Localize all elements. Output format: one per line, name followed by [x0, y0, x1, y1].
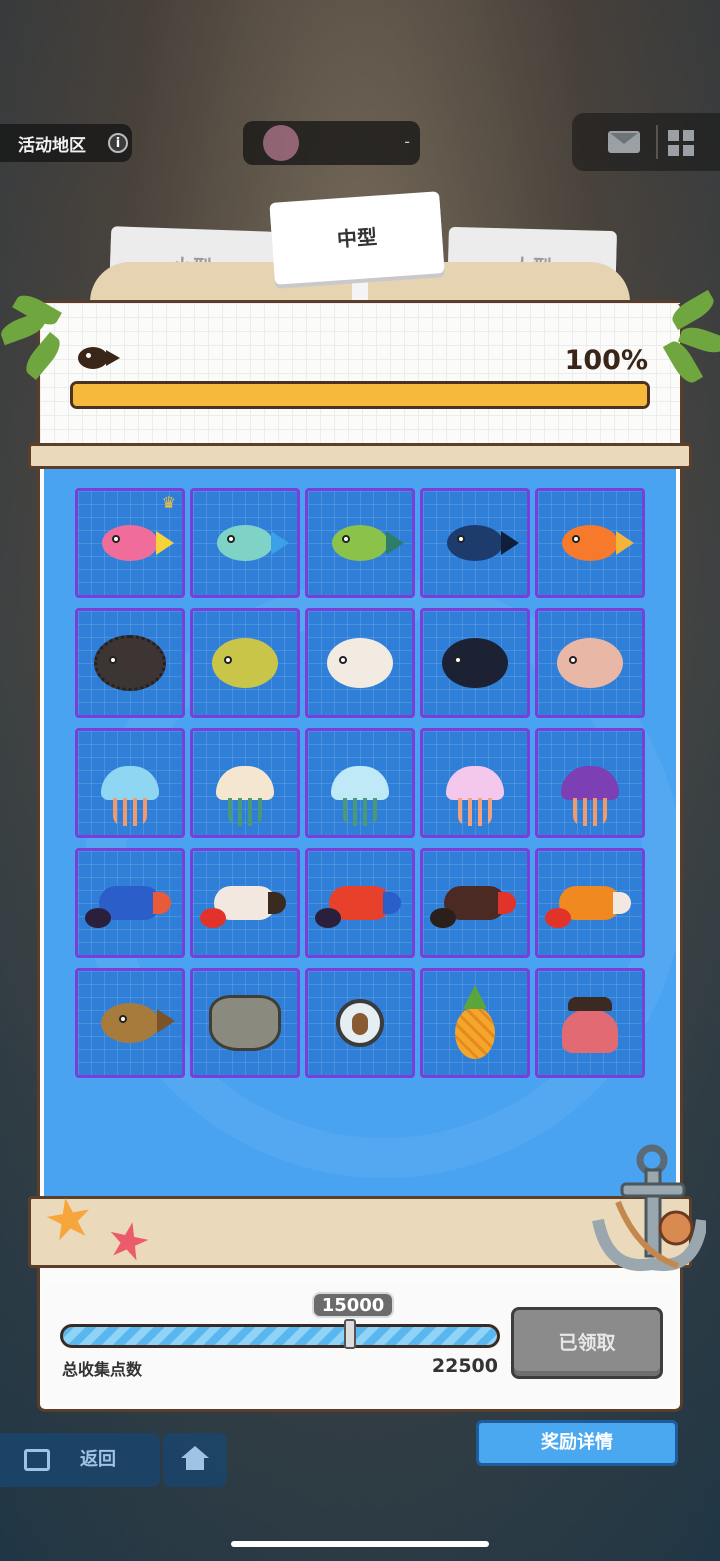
mail-icon[interactable] — [608, 131, 640, 153]
milestone-badge: 15000 — [312, 1292, 394, 1318]
creature-cell[interactable] — [420, 968, 530, 1078]
region-pill[interactable]: 活动地区 i — [0, 124, 132, 162]
back-label: 返回 — [80, 1449, 116, 1470]
white-spotted-puffer-icon — [327, 638, 393, 688]
creature-grid: ♛ — [75, 488, 647, 1078]
green-fish-icon — [332, 525, 404, 561]
creature-cell[interactable] — [190, 728, 300, 838]
orange-lobster-icon — [545, 886, 631, 928]
creature-cell[interactable] — [420, 728, 530, 838]
creature-cell[interactable] — [305, 488, 415, 598]
orange-starfish-icon: ★ — [38, 1183, 100, 1256]
orange-goldfish-icon — [562, 525, 634, 561]
reward-panel: 15000 总收集点数 22500 ✦ 已领取 — [44, 1283, 676, 1403]
back-button[interactable]: 返回 — [0, 1433, 160, 1487]
creature-cell[interactable] — [305, 608, 415, 718]
total-points-value: 22500 — [431, 1355, 498, 1377]
cream-jellyfish-icon — [216, 766, 274, 826]
fish-eye — [86, 353, 91, 358]
home-icon — [181, 1446, 209, 1470]
creature-cell[interactable] — [75, 968, 185, 1078]
creature-cell[interactable] — [305, 968, 415, 1078]
creature-cell[interactable]: ♛ — [75, 488, 185, 598]
creature-cell[interactable] — [75, 848, 185, 958]
claimed-button[interactable]: 已领取 — [511, 1307, 663, 1379]
creature-cell[interactable] — [190, 848, 300, 958]
home-button[interactable] — [163, 1433, 227, 1487]
home-indicator — [231, 1541, 489, 1547]
exit-icon — [24, 1449, 50, 1471]
collection-progress-bar — [70, 381, 650, 409]
creature-cell[interactable] — [190, 488, 300, 598]
dark-blue-fish-icon — [447, 525, 519, 561]
points-progress-bar — [60, 1324, 500, 1348]
region-label: 活动地区 — [18, 135, 86, 156]
info-icon[interactable]: i — [108, 133, 128, 153]
creature-cell[interactable] — [420, 488, 530, 598]
pink-yellow-fish-icon — [102, 525, 174, 561]
pineapple-icon — [455, 985, 495, 1059]
wooden-plank-top — [28, 443, 692, 469]
divider — [656, 125, 658, 159]
creature-cell[interactable] — [305, 848, 415, 958]
creature-cell[interactable] — [535, 488, 645, 598]
top-right-menu — [572, 113, 720, 171]
creature-cell[interactable] — [420, 608, 530, 718]
pink-puffer-icon — [557, 638, 623, 688]
reward-details-button[interactable]: 奖励详情 — [476, 1420, 678, 1466]
creature-cell[interactable] — [535, 968, 645, 1078]
red-white-lobster-icon — [200, 886, 286, 928]
pirate-octopus-icon — [562, 997, 618, 1053]
creature-cell[interactable] — [535, 848, 645, 958]
creature-cell[interactable] — [75, 608, 185, 718]
squirrel-badge-icon — [336, 999, 384, 1047]
creature-cell[interactable] — [190, 608, 300, 718]
black-spotted-puffer-icon — [442, 638, 508, 688]
light-blue-jellyfish-icon — [331, 766, 389, 826]
purple-jellyfish-icon — [561, 766, 619, 826]
tab-medium[interactable]: 中型 — [269, 191, 445, 285]
fish-icon — [78, 347, 120, 369]
creature-cell[interactable] — [75, 728, 185, 838]
points-progress-marker — [344, 1319, 357, 1349]
collection-progress-fill — [73, 384, 647, 406]
creature-cell[interactable] — [535, 728, 645, 838]
collection-progress: 100% — [40, 303, 680, 443]
blue-jellyfish-icon — [101, 766, 159, 826]
player-badge[interactable]: - — [243, 121, 420, 165]
creature-board: ♛ — [44, 468, 676, 1198]
anchor-icon — [592, 1144, 706, 1271]
total-points-label: 总收集点数 — [62, 1360, 143, 1379]
yellow-spotted-puffer-icon — [212, 638, 278, 688]
blue-lobster-icon — [85, 886, 171, 928]
teal-orange-fish-icon — [217, 525, 289, 561]
creature-cell[interactable] — [535, 608, 645, 718]
dark-lobster-icon — [430, 886, 516, 928]
avatar — [263, 125, 299, 161]
pink-jellyfish-icon — [446, 766, 504, 826]
grid-menu-icon[interactable] — [668, 130, 694, 156]
armored-crab-icon — [209, 995, 281, 1051]
anglerfish-icon — [101, 1003, 175, 1043]
creature-cell[interactable] — [305, 728, 415, 838]
red-lobster-icon — [315, 886, 401, 928]
dark-spiky-puffer-icon — [94, 635, 166, 691]
creature-cell[interactable] — [190, 968, 300, 1078]
collection-percent: 100% — [564, 345, 648, 376]
creature-cell[interactable] — [420, 848, 530, 958]
crown-icon: ♛ — [161, 493, 176, 512]
player-value: - — [404, 132, 410, 151]
